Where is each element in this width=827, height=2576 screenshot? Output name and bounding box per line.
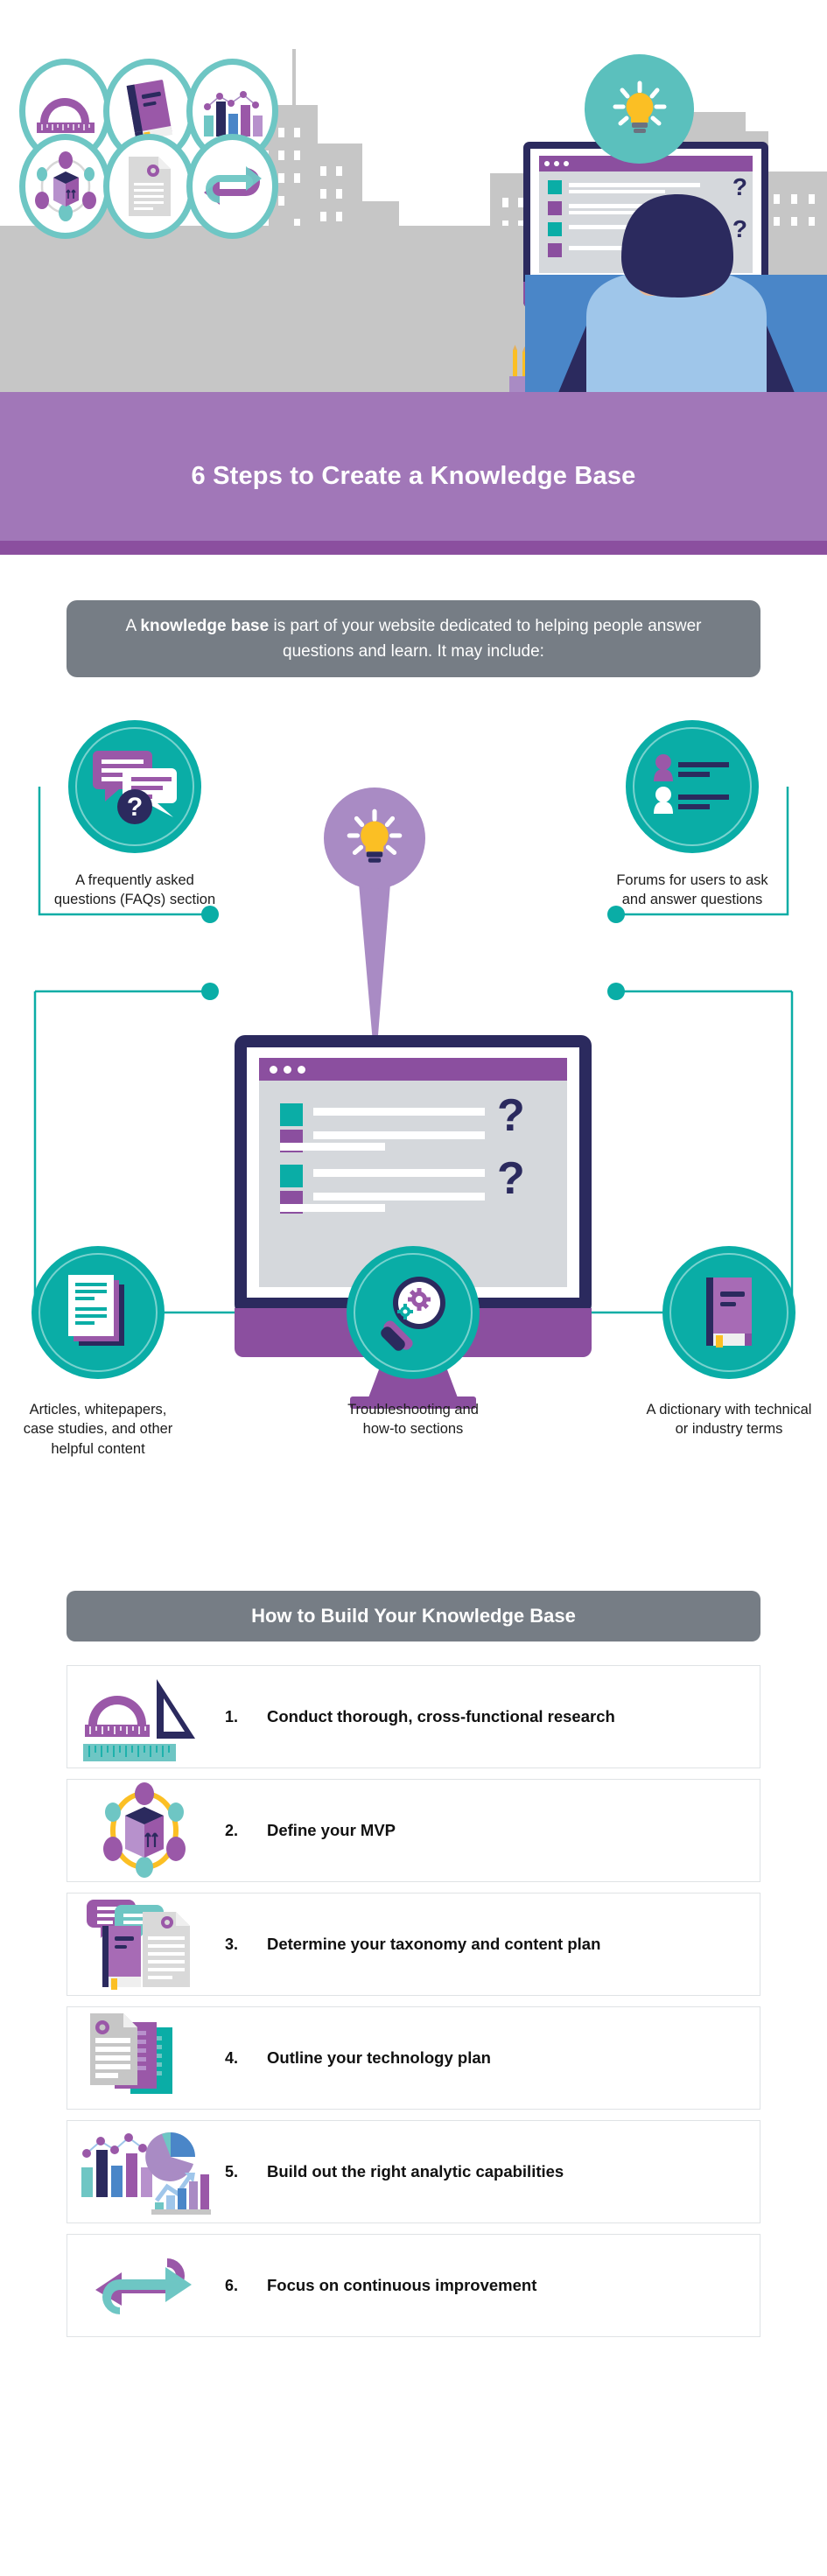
diagram-node-forums[interactable] xyxy=(626,720,759,853)
step-1-text: Conduct thorough, cross-functional resea… xyxy=(267,1707,615,1726)
knowledge-base-diagram: ? A frequently asked questions (FAQs) sec… xyxy=(0,700,827,1558)
diagram-label-forums: Forums for users to ask and answer questi… xyxy=(616,872,768,908)
step-1-number: 1. xyxy=(225,1707,239,1726)
lightbulb-icon xyxy=(613,80,666,133)
lightbulb-pin-icon xyxy=(347,808,403,863)
diagram-label-articles: Articles, whitepapers, case studies, and … xyxy=(23,1402,173,1457)
continuous-loop-arrows-icon xyxy=(203,166,262,205)
document-gear-icon xyxy=(128,157,171,216)
step-row[interactable]: 4. Outline your technology plan xyxy=(67,2006,760,2110)
book-chat-document-icon xyxy=(87,1900,190,1990)
build-section-heading-text: How to Build Your Knowledge Base xyxy=(251,1605,576,1627)
step-3-icon xyxy=(67,1893,218,1996)
hero-bubble-cube xyxy=(19,134,111,239)
diagram-node-dictionary[interactable] xyxy=(662,1246,795,1379)
forum-users-icon xyxy=(654,754,729,814)
step-6-text: Focus on continuous improvement xyxy=(267,2276,537,2294)
step-4-text: Outline your technology plan xyxy=(267,2048,491,2067)
diagram-node-troubleshooting[interactable] xyxy=(347,1246,480,1379)
intro-bold-term: knowledge base xyxy=(140,616,270,635)
diagram-label-dictionary: A dictionary with technical or industry t… xyxy=(646,1402,812,1438)
step-3-text: Determine your taxonomy and content plan xyxy=(267,1935,601,1953)
step-6-number: 6. xyxy=(225,2276,239,2294)
page-title: 6 Steps to Create a Knowledge Base xyxy=(191,462,636,490)
diagram-label-faqs: A frequently asked questions (FAQs) secti… xyxy=(53,872,216,908)
step-2-text: Define your MVP xyxy=(267,1821,396,1839)
svg-text:?: ? xyxy=(127,793,143,822)
step-3-number: 3. xyxy=(225,1935,239,1953)
monitor-row-marker xyxy=(280,1165,303,1187)
monitor-question-mark: ? xyxy=(497,1090,525,1141)
step-1-icon xyxy=(67,1665,218,1768)
hero-illustration: ? ? xyxy=(0,0,827,410)
protractor-ruler-icon xyxy=(36,98,95,133)
monitor-titlebar xyxy=(259,1058,567,1081)
product-cube-network-icon xyxy=(34,151,96,221)
hero-lightbulb-badge xyxy=(585,54,694,164)
product-cube-network-icon xyxy=(103,1782,186,1878)
person-at-desk-icon xyxy=(525,194,827,410)
diagram-label-troubleshooting: Troubleshooting and how-to sections xyxy=(347,1402,479,1438)
connector-dot-right-lower xyxy=(607,983,625,1000)
diagram-node-articles[interactable] xyxy=(32,1246,165,1379)
book-icon xyxy=(706,1278,752,1348)
intro-text: A knowledge base is part of your website… xyxy=(89,613,738,665)
step-2-number: 2. xyxy=(225,1821,239,1839)
intro-rest: is part of your website dedicated to hel… xyxy=(269,616,702,661)
hero-bubble-document xyxy=(103,134,195,239)
analytics-charts-icon xyxy=(81,2132,211,2215)
step-6-icon xyxy=(67,2234,218,2337)
hero-bubble-loop xyxy=(186,134,278,239)
intro-lead: A xyxy=(125,616,141,635)
step-row[interactable]: 5. Build out the right analytic capabili… xyxy=(67,2120,760,2223)
documents-gear-icon xyxy=(90,2013,172,2094)
chat-bubbles-question-icon: ? xyxy=(93,751,177,824)
step-2-icon xyxy=(67,1779,218,1882)
monitor-row-marker xyxy=(280,1103,303,1126)
build-section-heading: How to Build Your Knowledge Base xyxy=(67,1591,760,1642)
step-4-number: 4. xyxy=(225,2048,239,2067)
step-row[interactable]: 2. Define your MVP xyxy=(67,1779,760,1882)
step-5-icon xyxy=(67,2120,218,2223)
documents-stack-icon xyxy=(68,1275,124,1346)
step-row[interactable]: 1. Conduct thorough, cross-functional re… xyxy=(67,1665,760,1768)
protractor-ruler-icon xyxy=(83,1679,195,1761)
step-4-icon xyxy=(67,2006,218,2110)
bar-chart-icon xyxy=(203,91,263,136)
monitor-question-mark: ? xyxy=(497,1153,525,1204)
step-5-number: 5. xyxy=(225,2162,239,2180)
connector-dot-left-lower xyxy=(201,983,219,1000)
continuous-loop-arrows-icon xyxy=(95,2258,192,2314)
steps-list: 1. Conduct thorough, cross-functional re… xyxy=(67,1665,760,2348)
step-5-text: Build out the right analytic capabilitie… xyxy=(267,2162,564,2180)
title-band-accent-bottom xyxy=(0,541,827,555)
step-row[interactable]: 3. Determine your taxonomy and content p… xyxy=(67,1893,760,1996)
diagram-node-faqs[interactable]: ? xyxy=(68,720,201,853)
magnifier-gears-icon xyxy=(381,1277,445,1351)
intro-callout: A knowledge base is part of your website… xyxy=(67,600,760,677)
step-row[interactable]: 6. Focus on continuous improvement xyxy=(67,2234,760,2337)
diagram-center-lightbulb xyxy=(324,788,425,889)
